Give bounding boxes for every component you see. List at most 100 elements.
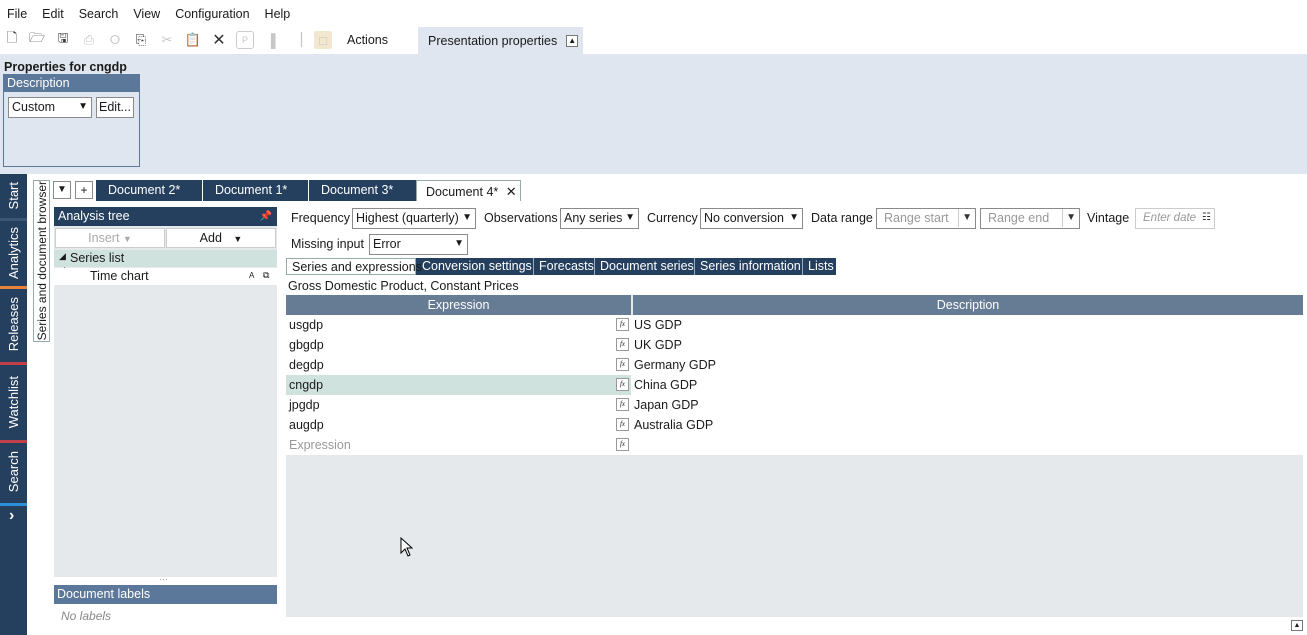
new-tab-icon[interactable]: + — [75, 181, 93, 199]
tree-item-time-chart[interactable]: Time chart A ⧉ — [54, 268, 277, 285]
table-row[interactable]: degdp fx Germany GDP — [286, 355, 1303, 375]
chevron-down-icon: ▼ — [462, 212, 472, 223]
tab-series-and-expressions[interactable]: Series and expressions — [286, 258, 422, 275]
frequency-select[interactable]: Highest (quarterly) ▼ — [352, 208, 476, 229]
sidebar-tab-search[interactable]: Search — [0, 443, 27, 501]
chevron-down-icon: ▼ — [625, 212, 635, 223]
table-row[interactable]: gbgdp fx UK GDP — [286, 335, 1303, 355]
sidebar-expand-icon[interactable]: › — [9, 507, 14, 525]
tab-document-2[interactable]: Document 2* — [96, 180, 202, 201]
properties-panel — [0, 54, 1307, 174]
tab-series-information[interactable]: Series information — [694, 258, 801, 275]
missing-input-select[interactable]: Error ▼ — [369, 234, 468, 255]
column-header-expression[interactable]: Expression — [286, 295, 631, 315]
currency-select[interactable]: No conversion ▼ — [700, 208, 803, 229]
missing-input-label: Missing input — [291, 237, 364, 251]
tab-document-series[interactable]: Document series — [594, 258, 694, 275]
menu-search[interactable]: Search — [79, 7, 119, 21]
sidebar-tab-analytics[interactable]: Analytics — [0, 221, 27, 286]
close-icon[interactable]: ✕ — [210, 31, 228, 49]
menu-bar: File Edit Search View Configuration Help — [0, 0, 1307, 27]
function-icon[interactable]: fx — [616, 358, 629, 371]
new-expression-placeholder: Expression — [289, 438, 351, 452]
insert-button: Insert ▼ — [55, 228, 165, 248]
chart-icon: ▐ — [266, 32, 276, 48]
chevron-down-icon: ▼ — [958, 209, 972, 227]
actions-menu[interactable]: Actions — [347, 33, 388, 47]
print-icon: ⎙ — [83, 32, 95, 47]
description-select[interactable]: Custom ▼ — [8, 97, 92, 118]
row-selection-highlight — [286, 375, 631, 395]
sidebar-tab-watchlist[interactable]: Watchlist — [0, 365, 27, 439]
open-folder-icon[interactable]: 🗁 — [28, 30, 46, 49]
row-description: Australia GDP — [634, 418, 714, 432]
row-description: US GDP — [634, 318, 682, 332]
function-icon[interactable]: fx — [616, 378, 629, 391]
popout-icon: ⧉ — [263, 270, 270, 280]
function-icon[interactable]: fx — [616, 338, 629, 351]
tab-document-1[interactable]: Document 1* — [202, 180, 308, 201]
table-row[interactable]: usgdp fx US GDP — [286, 315, 1303, 335]
row-expression: cngdp — [289, 378, 324, 392]
analysis-tree-panel: Analysis tree 📌 Insert ▼ Add ▼ ◢ Series … — [54, 207, 277, 584]
tab-list-dropdown-icon[interactable]: ▼ — [53, 181, 71, 199]
range-start-select[interactable]: Range start ▼ — [876, 208, 976, 229]
tab-document-4-label: Document 4* — [426, 185, 499, 199]
document-title: Gross Domestic Product, Constant Prices — [288, 279, 519, 293]
chevron-down-icon: ▼ — [1062, 209, 1076, 227]
tab-forecasts[interactable]: Forecasts — [533, 258, 594, 275]
cut-icon: ✂ — [161, 32, 173, 47]
chevron-down-icon: ▼ — [78, 101, 88, 112]
resize-handle-icon[interactable]: ⋯ — [159, 574, 168, 585]
tab-conversion-settings[interactable]: Conversion settings — [422, 258, 532, 275]
tab-document-4[interactable]: Document 4* ✕ — [416, 180, 521, 201]
menu-configuration[interactable]: Configuration — [175, 7, 249, 21]
row-expression: jpgdp — [289, 398, 320, 412]
column-header-description[interactable]: Description — [633, 295, 1303, 315]
row-description: Japan GDP — [634, 398, 699, 412]
function-icon[interactable]: fx — [616, 438, 629, 451]
copy-icon[interactable]: ⎘ — [132, 31, 150, 49]
observations-select[interactable]: Any series ▼ — [560, 208, 639, 229]
edit-button[interactable]: Edit... — [96, 97, 134, 118]
menu-edit[interactable]: Edit — [42, 7, 64, 21]
row-description: UK GDP — [634, 338, 682, 352]
tab-presentation-properties[interactable]: Presentation properties ▲ — [418, 27, 583, 54]
analysis-tree-header: Analysis tree 📌 — [54, 207, 277, 226]
range-end-select[interactable]: Range end ▼ — [980, 208, 1080, 229]
save-icon[interactable]: 🖫 — [54, 30, 72, 49]
menu-file[interactable]: File — [7, 7, 27, 21]
vintage-date-input[interactable]: Enter date ☷ — [1135, 208, 1215, 229]
sidebar-tab-start[interactable]: Start — [0, 174, 27, 218]
table-row[interactable]: jpgdp fx Japan GDP — [286, 395, 1303, 415]
description-header: Description — [4, 75, 139, 92]
tree-item-series-list[interactable]: ◢ Series list — [54, 250, 277, 267]
series-document-browser-tab[interactable]: Series and document browser — [33, 180, 50, 342]
function-icon[interactable]: fx — [616, 418, 629, 431]
data-range-label: Data range — [811, 211, 873, 225]
function-icon[interactable]: fx — [616, 398, 629, 411]
pin-icon[interactable]: 📌 — [260, 207, 272, 226]
collapse-icon[interactable]: ▲ — [566, 34, 579, 47]
menu-view[interactable]: View — [133, 7, 160, 21]
tab-document-3[interactable]: Document 3* — [308, 180, 416, 201]
table-row[interactable]: cngdp fx China GDP — [286, 375, 1303, 395]
function-icon[interactable]: fx — [616, 318, 629, 331]
new-expression-row[interactable]: Expression fx — [286, 435, 1303, 455]
add-button[interactable]: Add ▼ — [166, 228, 276, 248]
report-icon: □ — [314, 31, 332, 49]
paste-icon[interactable]: 📋 — [184, 31, 202, 49]
row-description: China GDP — [634, 378, 698, 392]
left-sidebar: Start Analytics Releases Watchlist Searc… — [0, 174, 27, 635]
close-tab-icon[interactable]: ✕ — [506, 184, 517, 199]
tab-lists[interactable]: Lists — [802, 258, 834, 275]
new-document-icon[interactable]: 🗋 — [3, 30, 21, 49]
sidebar-tab-releases[interactable]: Releases — [0, 289, 27, 359]
vintage-label: Vintage — [1087, 211, 1130, 225]
chevron-down-icon: ▼ — [789, 212, 799, 223]
menu-help[interactable]: Help — [265, 7, 291, 21]
description-select-value: Custom — [12, 100, 56, 114]
table-row[interactable]: augdp fx Australia GDP — [286, 415, 1303, 435]
table-icon: ▕ — [292, 32, 302, 47]
scroll-up-icon[interactable]: ▲ — [1291, 620, 1303, 631]
